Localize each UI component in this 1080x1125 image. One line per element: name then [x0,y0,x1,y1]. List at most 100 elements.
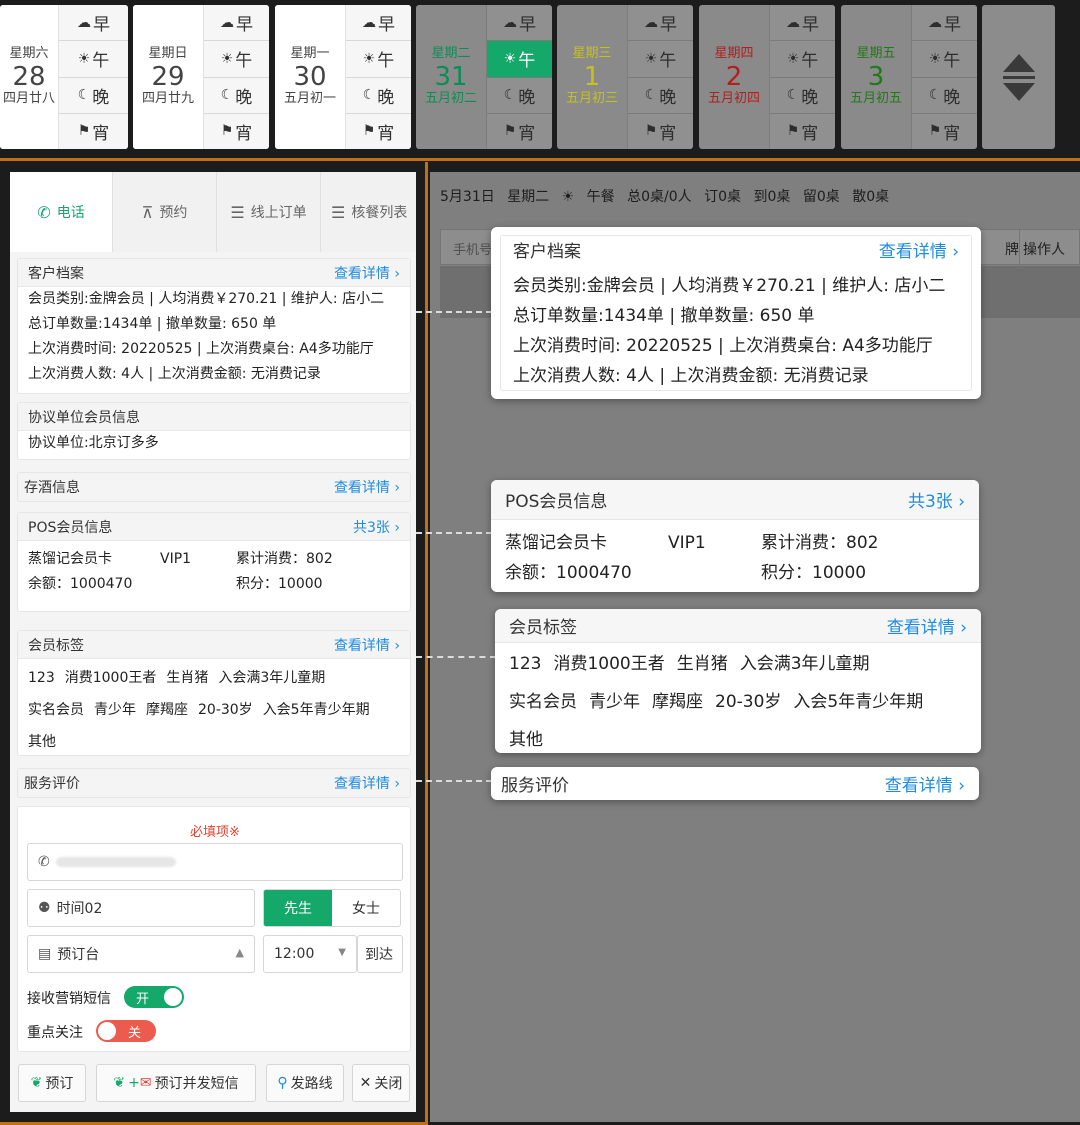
weekday: 星期五 [856,46,896,62]
tab-online-orders[interactable]: ☰ 线上订单 [216,172,320,252]
weekday: 星期二 [431,46,471,62]
meal-list: ☁ 早 ☀ 午 ☾ 晚 ⚑ 宵 [769,5,835,149]
day-card-tue[interactable]: 星期二 31 五月初二 ☁ 早 ☀ 午 ☾ 晚 ⚑ 宵 [416,5,552,149]
cloud-icon: ☁ [362,14,376,31]
meal-breakfast[interactable]: ☁ 早 [912,5,977,40]
profile-line: 会员类别:金牌会员 | 人均消费￥270.21 | 维护人: 店小二 [513,276,946,296]
list-icon: ☰ [331,202,346,222]
view-details-link[interactable]: 查看详情 › [334,263,400,283]
tab-phone[interactable]: ✆ 电话 [10,172,112,252]
meal-dinner[interactable]: ☾ 晚 [487,76,552,113]
sms-label: 接收营销短信 [27,991,111,1007]
info-kept: 留0桌 [802,189,840,205]
moon-icon: ☾ [77,87,91,104]
meal-lunch[interactable]: ☀ 午 [346,40,411,76]
view-details-link[interactable]: 查看详情 › [334,477,400,497]
day-card-fri[interactable]: 星期五 3 五月初五 ☁ 早 ☀ 午 ☾ 晚 ⚑ 宵 [841,5,977,149]
meal-dinner[interactable]: ☾ 晚 [770,76,835,113]
tag: 123 [28,670,55,686]
reserve-sms-button[interactable]: ❦ + ✉ 预订并发短信 [96,1064,256,1102]
masked-phone [55,857,176,867]
tag-row: 实名会员 青少年 摩羯座 20-30岁 入会5年青少年期 [18,699,410,719]
table-select[interactable]: ▤ 预订台 ▲ [27,935,255,973]
meal-lunch[interactable]: ☀ 午 [770,40,835,76]
card-count-link[interactable]: 共3张 › [908,487,965,512]
mr-button[interactable]: 先生 [264,890,332,926]
meal-breakfast[interactable]: ☁ 早 [59,5,128,40]
search-placeholder[interactable]: 手机号 [453,239,492,258]
meal-breakfast[interactable]: ☁ 早 [487,5,552,40]
cloud-icon: ☁ [77,14,91,31]
send-route-button[interactable]: ⚲ 发路线 [266,1064,344,1102]
meal-lunch[interactable]: ☀ 午 [204,40,269,76]
meal-breakfast[interactable]: ☁ 早 [346,5,411,40]
tag: 摩羯座 [146,702,188,718]
card-count-link[interactable]: 共3张 › [353,517,400,537]
day-card-thu[interactable]: 星期四 2 五月初四 ☁ 早 ☀ 午 ☾ 晚 ⚑ 宵 [699,5,835,149]
moon-icon: ☾ [928,87,942,104]
meal-breakfast[interactable]: ☁ 早 [204,5,269,40]
arrow-down-icon [1002,82,1035,101]
view-details-link[interactable]: 查看详情 › [885,771,965,796]
lunar-date: 五月初四 [707,91,760,106]
moon-icon: ☾ [644,87,658,104]
meal-dinner[interactable]: ☾ 晚 [59,76,128,113]
tag: 入会满3年儿童期 [739,654,870,674]
day-card-sat[interactable]: 星期六 28 四月廿八 ☁ 早 ☀ 午 ☾ 晚 ⚑ 宵 [0,5,128,149]
ms-button[interactable]: 女士 [332,890,400,926]
required-hint: 必填项※ [190,825,240,840]
meal-dinner[interactable]: ☾ 晚 [346,76,411,113]
day-card-mon[interactable]: 星期一 30 五月初一 ☁ 早 ☀ 午 ☾ 晚 ⚑ 宵 [275,5,411,149]
tab-reserve[interactable]: ⊼ 预约 [112,172,216,252]
time-select[interactable]: 12:00 ▼ [263,935,357,973]
lamp-icon: ⚑ [928,123,942,140]
reserve-button[interactable]: ❦ 预订 [18,1064,86,1102]
focus-toggle[interactable]: 关 [96,1020,156,1042]
meal-dinner[interactable]: ☾ 晚 [628,76,693,113]
tab-verify-list[interactable]: ☰ 核餐列表 [320,172,416,252]
name-input[interactable]: ⚉ 时间02 [27,889,255,927]
meal-list: ☁ 早 ☀ 午 ☾ 晚 ⚑ 宵 [345,5,411,149]
view-details-link[interactable]: 查看详情 › [879,237,959,262]
tag: 入会5年青少年期 [262,702,370,718]
phone-icon: ✆ [37,202,51,222]
meal-night[interactable]: ⚑ 宵 [628,112,693,149]
member-balance: 余额：1000470 [28,576,133,592]
meal-night[interactable]: ⚑ 宵 [59,112,128,149]
member-points: 积分：10000 [236,576,323,592]
meal-breakfast[interactable]: ☁ 早 [628,5,693,40]
view-details-link[interactable]: 查看详情 › [334,635,400,655]
meal-dinner[interactable]: ☾ 晚 [204,76,269,113]
tag: 消费1000王者 [64,670,157,686]
meal-night[interactable]: ⚑ 宵 [346,112,411,149]
date-number: 29 [151,62,185,92]
close-button[interactable]: ✕ 关闭 [352,1064,410,1102]
scroll-days-button[interactable] [982,5,1055,149]
meal-night[interactable]: ⚑ 宵 [487,112,552,149]
info-total: 总0桌/0人 [627,189,692,205]
view-details-link[interactable]: 查看详情 › [334,773,400,793]
phone-icon: ✆ [38,854,50,870]
meal-dinner[interactable]: ☾ 晚 [912,76,977,113]
tag-row: 123 消费1000王者 生肖猪 入会满3年儿童期 [18,667,410,687]
meal-lunch[interactable]: ☀ 午 [59,40,128,76]
view-details-link[interactable]: 查看详情 › [887,613,967,638]
meal-breakfast[interactable]: ☁ 早 [770,5,835,40]
arrive-button[interactable]: 到达 [357,935,403,973]
meal-lunch-selected[interactable]: ☀ 午 [487,40,552,77]
day-card-sun[interactable]: 星期日 29 四月廿九 ☁ 早 ☀ 午 ☾ 晚 ⚑ 宵 [133,5,269,149]
day-card-wed[interactable]: 星期三 1 五月初三 ☁ 早 ☀ 午 ☾ 晚 ⚑ 宵 [557,5,693,149]
meal-night[interactable]: ⚑ 宵 [770,112,835,149]
lunar-date: 五月初三 [565,91,618,106]
cloud-icon: ☁ [786,14,800,31]
meal-night[interactable]: ⚑ 宵 [912,112,977,149]
card-title: POS会员信息 [28,519,113,536]
meal-night[interactable]: ⚑ 宵 [204,112,269,149]
meal-list: ☁ 早 ☀ 午 ☾ 晚 ⚑ 宵 [627,5,693,149]
meal-lunch[interactable]: ☀ 午 [912,40,977,76]
phone-input[interactable]: ✆ [27,843,403,881]
sms-toggle[interactable]: 开 [124,986,184,1008]
meal-lunch[interactable]: ☀ 午 [628,40,693,76]
close-icon: ✕ [359,1075,372,1091]
meal-list: ☁ 早 ☀ 午 ☾ 晚 ⚑ 宵 [911,5,977,149]
